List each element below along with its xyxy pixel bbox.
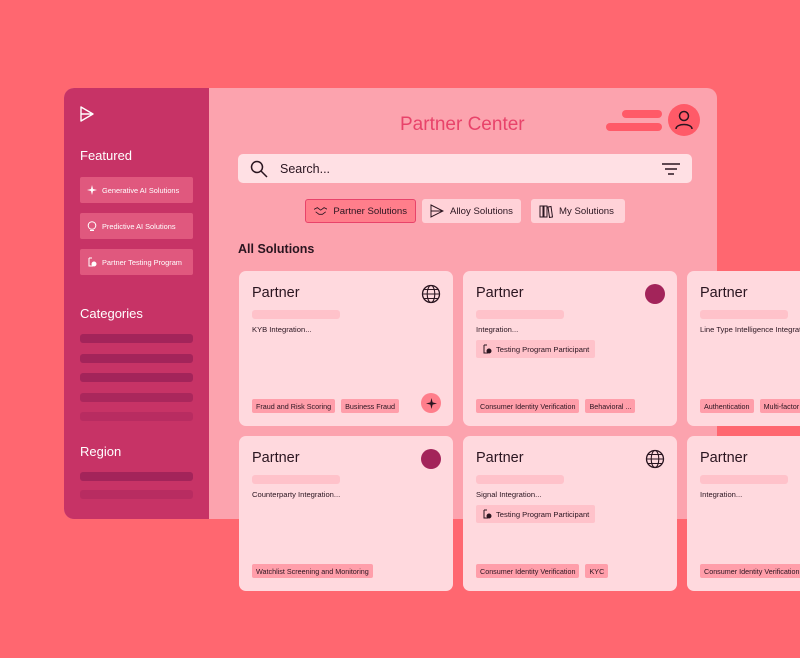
card-placeholder [700,475,788,484]
tag[interactable]: Consumer Identity Verification [476,399,580,413]
card-title: Partner [700,450,748,466]
tag[interactable]: Authentication [700,399,754,413]
categories-heading: Categories [80,306,143,321]
tab-my-solutions[interactable]: My Solutions [531,199,625,223]
filter-icon[interactable] [662,162,680,176]
testing-program-badge: Testing Program Participant [476,340,596,358]
card-placeholder [476,475,564,484]
globe-icon [421,284,441,304]
region-heading: Region [80,444,122,459]
card-tags: Consumer Identity Verification KYC [476,564,609,578]
featured-item-predictive-ai[interactable]: Predictive AI Solutions [80,213,193,239]
status-dot [421,449,441,469]
page-title: Partner Center [400,114,525,135]
card-title: Partner [252,450,300,466]
solution-card[interactable]: Partner Signal Integration... Testing Pr… [463,436,677,591]
badge-label: Testing Program Participant [496,509,590,519]
tab-label: Partner Solutions [333,205,407,217]
card-tags: Watchlist Screening and Monitoring [252,564,373,578]
menu-icon[interactable] [606,110,662,132]
category-placeholder [80,334,193,343]
card-title: Partner [476,450,524,466]
flask-check-icon [88,257,97,267]
card-placeholder [700,310,788,319]
card-subtitle: Integration... [476,325,519,334]
category-placeholder [80,412,193,421]
tab-label: Alloy Solutions [450,205,513,217]
alloy-logo-icon[interactable] [79,106,95,122]
featured-item-partner-testing[interactable]: Partner Testing Program [80,249,193,275]
card-subtitle: Line Type Intelligence Integration... [700,325,800,334]
search-bar [238,154,692,183]
ai-sparkle-button[interactable] [421,393,441,413]
featured-item-label: Generative AI Solutions [102,185,180,195]
featured-item-generative-ai[interactable]: Generative AI Solutions [80,177,193,203]
card-subtitle: Signal Integration... [476,490,542,499]
card-subtitle: KYB Integration... [252,325,312,334]
card-placeholder [476,310,564,319]
featured-heading: Featured [80,148,133,163]
badge-label: Testing Program Participant [496,344,590,354]
card-title: Partner [476,285,524,301]
card-subtitle: Counterparty Integration... [252,490,341,499]
card-subtitle: Integration... [700,490,743,499]
tag[interactable]: Behavioral ... [585,399,636,413]
tab-partner-solutions[interactable]: Partner Solutions [305,199,416,223]
card-title: Partner [700,285,748,301]
search-input[interactable] [278,160,662,177]
solution-card[interactable]: Partner Line Type Intelligence Integrati… [687,271,800,426]
tag[interactable]: Fraud and Risk Scoring [252,399,336,413]
brain-icon [87,221,97,231]
flask-check-icon [483,509,492,519]
solution-card[interactable]: Partner Integration... Testing Program P… [463,271,677,426]
tab-alloy-solutions[interactable]: Alloy Solutions [422,199,521,223]
sparkle-icon [87,185,97,195]
card-placeholder [252,310,340,319]
search-icon [250,160,268,178]
card-tags: Fraud and Risk Scoring Business Fraud [252,399,400,413]
tag[interactable]: Multi-factor [759,399,800,413]
card-tags: Consumer Identity Verification Behaviora… [476,399,636,413]
featured-item-label: Predictive AI Solutions [102,221,176,231]
flask-check-icon [483,344,492,354]
handshake-icon [314,207,328,215]
region-placeholder [80,490,193,499]
card-placeholder [252,475,340,484]
tag[interactable]: Consumer Identity Verification [700,564,800,578]
user-icon [675,110,693,130]
tag[interactable]: KYC [585,564,609,578]
card-tags: Authentication Multi-factor [700,399,800,413]
section-title: All Solutions [238,242,315,256]
card-title: Partner [252,285,300,301]
status-dot [645,284,665,304]
tag[interactable]: Consumer Identity Verification [476,564,580,578]
region-placeholder [80,472,193,481]
card-tags: Consumer Identity Verification [700,564,800,578]
solution-card[interactable]: Partner KYB Integration... Fraud and Ris… [239,271,453,426]
sidebar: Featured Generative AI Solutions Predict… [64,88,209,519]
featured-item-label: Partner Testing Program [102,257,182,267]
solution-card[interactable]: Partner Counterparty Integration... Watc… [239,436,453,591]
sparkle-icon [425,397,437,409]
testing-program-badge: Testing Program Participant [476,505,596,523]
solution-card[interactable]: Partner Integration... Consumer Identity… [687,436,800,591]
category-placeholder [80,354,193,363]
avatar[interactable] [668,104,700,136]
tag[interactable]: Watchlist Screening and Monitoring [252,564,373,578]
alloy-logo-icon [430,204,444,218]
category-placeholder [80,373,193,382]
globe-icon [645,449,665,469]
tag[interactable]: Business Fraud [341,399,400,413]
books-icon [539,205,553,218]
tab-label: My Solutions [559,205,614,217]
category-placeholder [80,393,193,402]
